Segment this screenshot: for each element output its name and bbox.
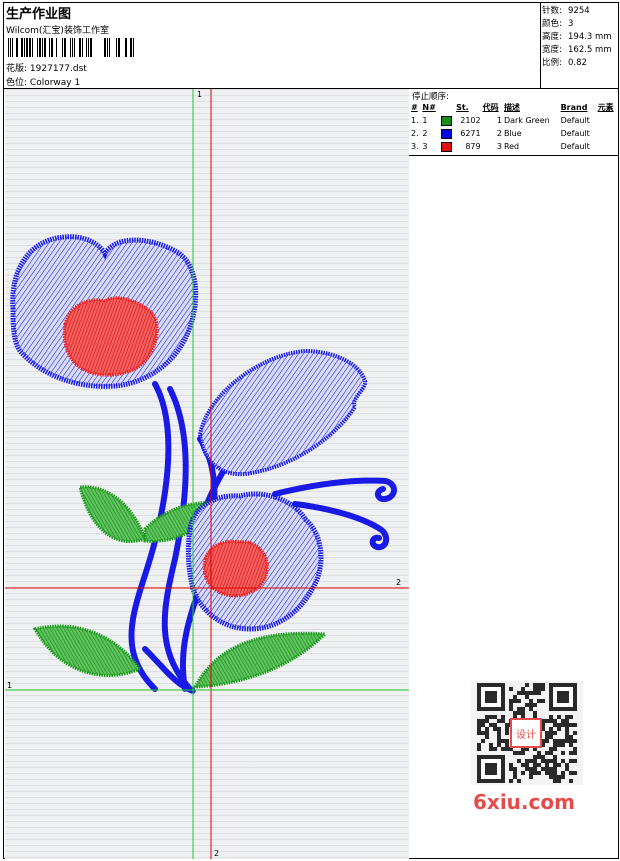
- table-row[interactable]: 2. 2 6271 2 Blue Default: [410, 127, 618, 140]
- embroidery-preview[interactable]: 1 2 1 2: [5, 89, 409, 859]
- design-line: 花版: 1927177.dst: [6, 61, 87, 74]
- col-stitches: St.: [456, 103, 469, 112]
- stat-width: 宽度: 162.5 mm: [542, 45, 612, 55]
- col-needle: N#: [422, 103, 436, 112]
- stats-list: 针数: 9254 颜色: 3 高度: 194.3 mm 宽度: 162.5 mm 比例:…: [542, 5, 612, 70]
- page-title: 生产作业图: [6, 7, 72, 22]
- guide-label-v1: 1: [197, 90, 203, 99]
- table-divider: [409, 155, 619, 156]
- col-description: 描述: [503, 103, 520, 112]
- barcode: [8, 38, 134, 57]
- watermark-brand: 6xiu.com: [473, 790, 575, 814]
- color-swatch: [440, 141, 452, 152]
- stat-colors: 颜色: 3: [542, 19, 574, 29]
- table-row[interactable]: 1. 1 2102 1 Dark Green Default: [410, 114, 618, 127]
- col-code: 代码: [482, 103, 499, 112]
- col-index: #: [411, 103, 418, 112]
- production-worksheet: 生产作业图 Wilcom(汇宝)装饰工作室 花版: 1927177.dst 色位…: [0, 0, 620, 861]
- guide-label-v2: 2: [214, 849, 220, 858]
- blue-leaf: [197, 348, 368, 477]
- color-swatch: [440, 128, 452, 139]
- color-sequence-table: # N# St. 代码 描述 Brand 元素 1. 1 2102 1 Dark…: [410, 101, 618, 153]
- colorway-label: 色位:: [6, 78, 28, 88]
- col-brand: Brand: [560, 103, 588, 112]
- guide-label-h2: 2: [396, 578, 402, 587]
- qr-code-watermark: 设计: [471, 681, 583, 785]
- table-header-row: # N# St. 代码 描述 Brand 元素: [410, 101, 618, 114]
- qr-code-icon: 设计: [477, 683, 577, 783]
- col-swatch: [440, 101, 455, 114]
- color-swatch: [440, 115, 452, 126]
- bottom-flower: [185, 491, 324, 632]
- embroidery-design: [5, 89, 409, 859]
- stat-stitches: 针数: 9254: [542, 6, 590, 16]
- stat-height: 高度: 194.3 mm: [542, 32, 612, 42]
- colorway-value: Colorway 1: [29, 78, 81, 88]
- guide-label-h1: 1: [7, 681, 13, 690]
- stat-scale: 比例: 0.82: [542, 58, 587, 68]
- colorway-line: 色位: Colorway 1: [6, 75, 80, 88]
- col-element: 元素: [597, 103, 614, 112]
- top-flower: [10, 234, 199, 389]
- design-value: 1927177.dst: [29, 64, 87, 74]
- company-name: Wilcom(汇宝)装饰工作室: [6, 26, 109, 36]
- table-row[interactable]: 3. 3 879 3 Red Default: [410, 140, 618, 153]
- qr-badge-text: 设计: [516, 728, 536, 741]
- design-label: 花版:: [6, 64, 28, 74]
